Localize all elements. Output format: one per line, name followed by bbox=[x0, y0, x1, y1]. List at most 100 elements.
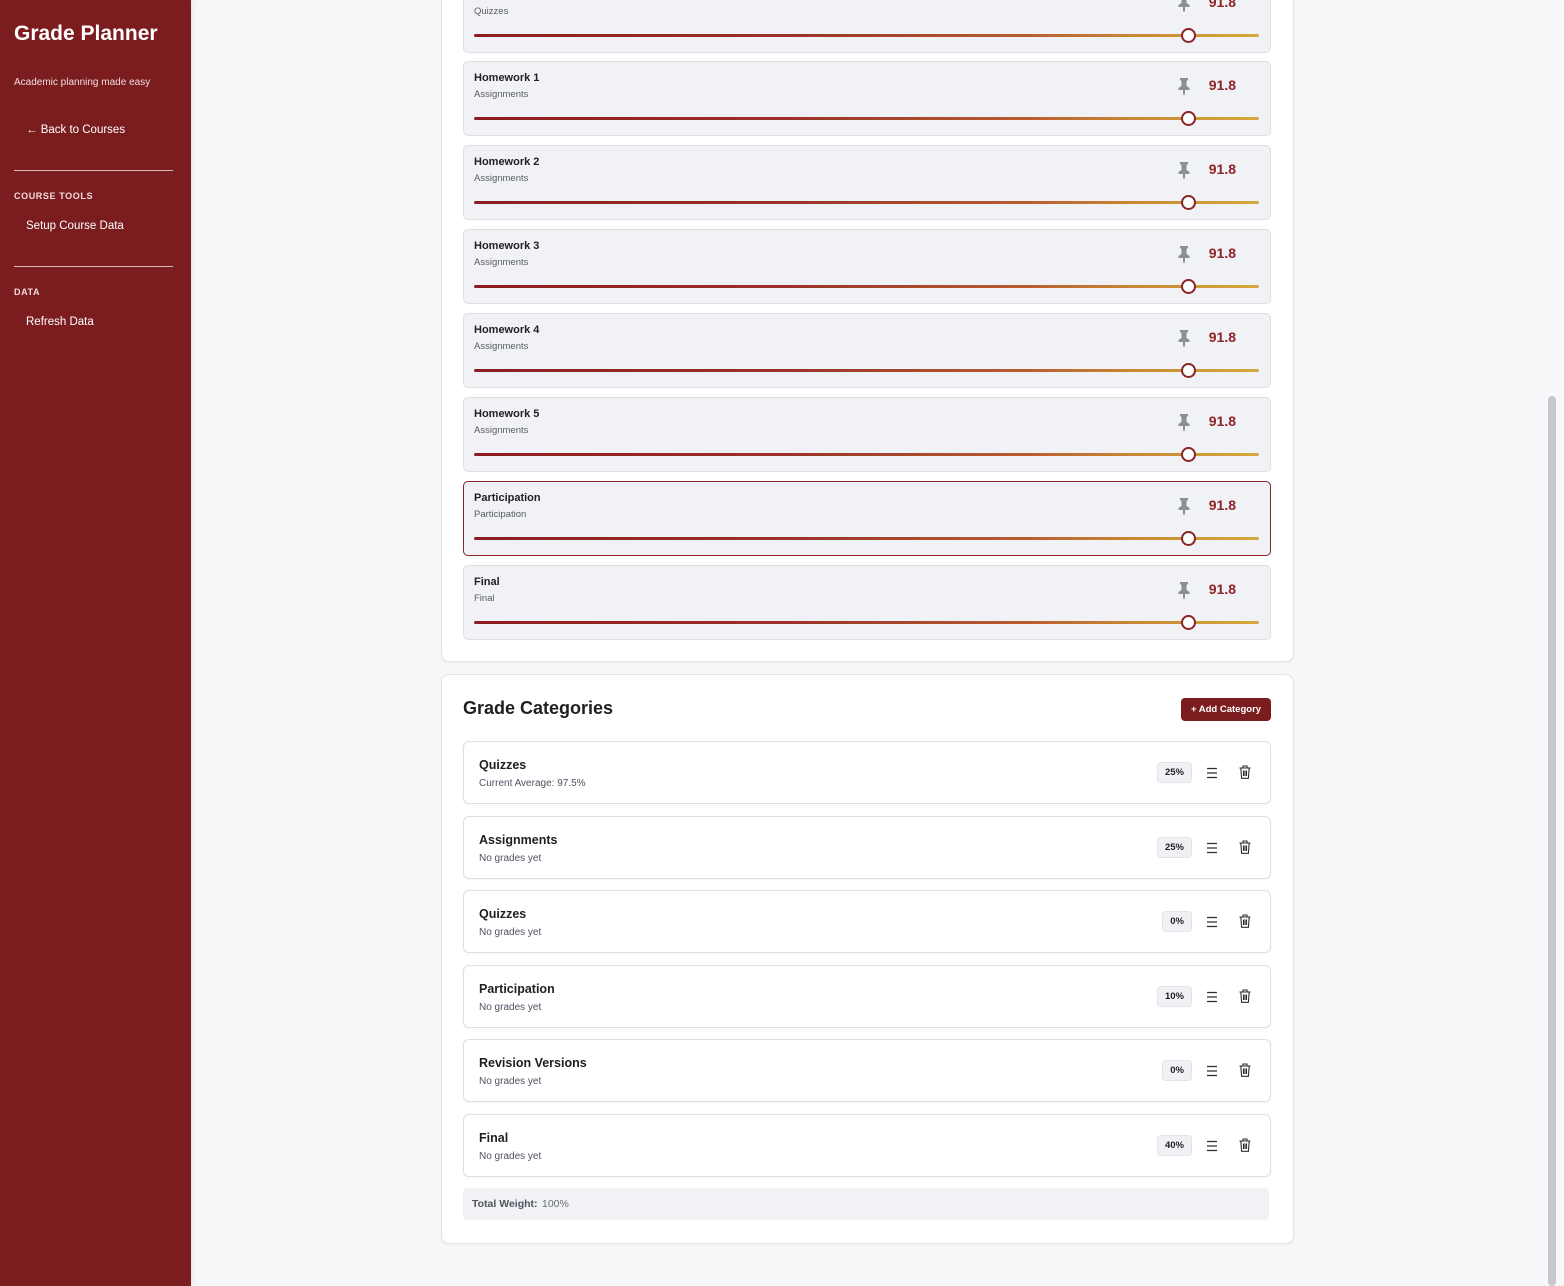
sidebar-divider bbox=[14, 170, 173, 171]
category-name: Revision Versions bbox=[479, 1056, 587, 1070]
category-row[interactable]: Quizzes Current Average: 97.5% 25% bbox=[463, 741, 1271, 804]
grade-slider-thumb[interactable] bbox=[1181, 615, 1197, 630]
assessment-score: 91.8 bbox=[1208, 161, 1236, 177]
pin-icon[interactable] bbox=[1177, 413, 1191, 431]
category-weight-badge[interactable]: 25% bbox=[1156, 762, 1192, 783]
assessment-name: Final bbox=[474, 576, 500, 588]
menu-icon[interactable] bbox=[1207, 1139, 1217, 1152]
menu-icon[interactable] bbox=[1207, 915, 1217, 928]
scrollbar-thumb[interactable] bbox=[1548, 396, 1556, 1286]
assessment-name: Homework 5 bbox=[474, 408, 540, 420]
grade-slider-thumb[interactable] bbox=[1181, 195, 1197, 210]
app-subtitle: Academic planning made easy bbox=[14, 77, 151, 88]
sidebar-divider bbox=[14, 266, 173, 267]
assessment-score: 91.8 bbox=[1208, 329, 1236, 345]
category-row[interactable]: Assignments No grades yet 25% bbox=[463, 816, 1271, 879]
app-title: Grade Planner bbox=[14, 22, 158, 45]
grade-slider-track[interactable] bbox=[474, 363, 1259, 378]
trash-icon[interactable] bbox=[1239, 989, 1251, 1003]
assessment-item[interactable]: Homework 4 Assignments 91.8 bbox=[463, 313, 1271, 388]
menu-icon[interactable] bbox=[1207, 766, 1217, 779]
page-scrollbar[interactable] bbox=[1543, 0, 1564, 1286]
pin-icon[interactable] bbox=[1177, 245, 1191, 263]
sidebar-section-data: DATA bbox=[14, 287, 41, 297]
assessment-item[interactable]: Participation Participation 91.8 bbox=[463, 481, 1271, 556]
category-weight-badge[interactable]: 10% bbox=[1156, 986, 1192, 1007]
category-weight-badge[interactable]: 0% bbox=[1162, 911, 1192, 932]
assessment-name: Participation bbox=[474, 492, 541, 504]
grade-slider-thumb[interactable] bbox=[1181, 363, 1197, 378]
grade-slider-thumb[interactable] bbox=[1181, 28, 1197, 43]
assessment-category: Assignments bbox=[474, 341, 529, 352]
setup-course-data-link[interactable]: Setup Course Data bbox=[26, 220, 124, 232]
assessment-item[interactable]: Final Final 91.8 bbox=[463, 565, 1271, 640]
trash-icon[interactable] bbox=[1239, 1063, 1251, 1077]
pin-icon[interactable] bbox=[1177, 77, 1191, 95]
category-name: Final bbox=[479, 1131, 509, 1145]
assessment-name: Homework 1 bbox=[474, 72, 540, 84]
grade-slider-track[interactable] bbox=[474, 111, 1259, 126]
refresh-data-link[interactable]: Refresh Data bbox=[26, 316, 94, 328]
pin-icon[interactable] bbox=[1177, 497, 1191, 515]
assessment-category: Assignments bbox=[474, 89, 529, 100]
grade-slider-track[interactable] bbox=[474, 531, 1259, 546]
add-category-button[interactable]: + Add Category bbox=[1181, 698, 1271, 721]
menu-icon[interactable] bbox=[1207, 841, 1217, 854]
assessment-item[interactable]: Homework 3 Assignments 91.8 bbox=[463, 229, 1271, 304]
pin-icon[interactable] bbox=[1177, 0, 1191, 12]
assessment-category: Assignments bbox=[474, 173, 529, 184]
trash-icon[interactable] bbox=[1239, 840, 1251, 854]
pin-icon[interactable] bbox=[1177, 329, 1191, 347]
category-name: Quizzes bbox=[479, 907, 527, 921]
category-status: No grades yet bbox=[479, 927, 542, 938]
category-row[interactable]: Revision Versions No grades yet 0% bbox=[463, 1039, 1271, 1102]
assessment-name: Homework 2 bbox=[474, 156, 540, 168]
trash-icon[interactable] bbox=[1239, 1138, 1251, 1152]
menu-icon[interactable] bbox=[1207, 1064, 1217, 1077]
category-status: No grades yet bbox=[479, 1002, 542, 1013]
assessment-category: Participation bbox=[474, 509, 527, 520]
grade-slider-thumb[interactable] bbox=[1181, 111, 1197, 126]
category-row[interactable]: Participation No grades yet 10% bbox=[463, 965, 1271, 1028]
assessment-score: 91.8 bbox=[1208, 0, 1236, 10]
total-weight-bar: Total Weight: 100% bbox=[463, 1188, 1269, 1220]
assessment-item[interactable]: Homework 5 Assignments 91.8 bbox=[463, 397, 1271, 472]
category-status: No grades yet bbox=[479, 1151, 542, 1162]
assessment-score: 91.8 bbox=[1208, 245, 1236, 261]
assessment-category: Assignments bbox=[474, 425, 529, 436]
category-weight-badge[interactable]: 40% bbox=[1156, 1135, 1192, 1156]
category-status: No grades yet bbox=[479, 1076, 542, 1087]
grade-slider-thumb[interactable] bbox=[1181, 279, 1197, 294]
assessment-category: Assignments bbox=[474, 257, 529, 268]
back-to-courses-link[interactable]: ← Back to Courses bbox=[26, 124, 125, 136]
grade-slider-track[interactable] bbox=[474, 279, 1259, 294]
assessment-item[interactable]: Quizzes 91.8 bbox=[463, 0, 1271, 53]
pin-icon[interactable] bbox=[1177, 161, 1191, 179]
menu-icon[interactable] bbox=[1207, 990, 1217, 1003]
assessment-score: 91.8 bbox=[1208, 413, 1236, 429]
assessment-score: 91.8 bbox=[1208, 497, 1236, 513]
assessment-score: 91.8 bbox=[1208, 581, 1236, 597]
category-weight-badge[interactable]: 25% bbox=[1156, 837, 1192, 858]
grade-slider-track[interactable] bbox=[474, 615, 1259, 630]
assessment-item[interactable]: Homework 1 Assignments 91.8 bbox=[463, 61, 1271, 136]
grade-slider-track[interactable] bbox=[474, 447, 1259, 462]
category-name: Assignments bbox=[479, 833, 558, 847]
category-row[interactable]: Final No grades yet 40% bbox=[463, 1114, 1271, 1177]
grade-slider-thumb[interactable] bbox=[1181, 447, 1197, 462]
grade-slider-track[interactable] bbox=[474, 195, 1259, 210]
assessment-category: Final bbox=[474, 593, 495, 604]
category-row[interactable]: Quizzes No grades yet 0% bbox=[463, 890, 1271, 953]
assessment-item[interactable]: Homework 2 Assignments 91.8 bbox=[463, 145, 1271, 220]
category-name: Participation bbox=[479, 982, 555, 996]
total-weight-value: 100% bbox=[542, 1198, 569, 1210]
assessment-name: Homework 4 bbox=[474, 324, 540, 336]
pin-icon[interactable] bbox=[1177, 581, 1191, 599]
category-weight-badge[interactable]: 0% bbox=[1162, 1060, 1192, 1081]
grade-slider-thumb[interactable] bbox=[1181, 531, 1197, 546]
trash-icon[interactable] bbox=[1239, 914, 1251, 928]
sidebar: Grade Planner Academic planning made eas… bbox=[0, 0, 191, 1286]
sidebar-section-course-tools: COURSE TOOLS bbox=[14, 191, 94, 201]
trash-icon[interactable] bbox=[1239, 765, 1251, 779]
grade-slider-track[interactable] bbox=[474, 28, 1259, 43]
